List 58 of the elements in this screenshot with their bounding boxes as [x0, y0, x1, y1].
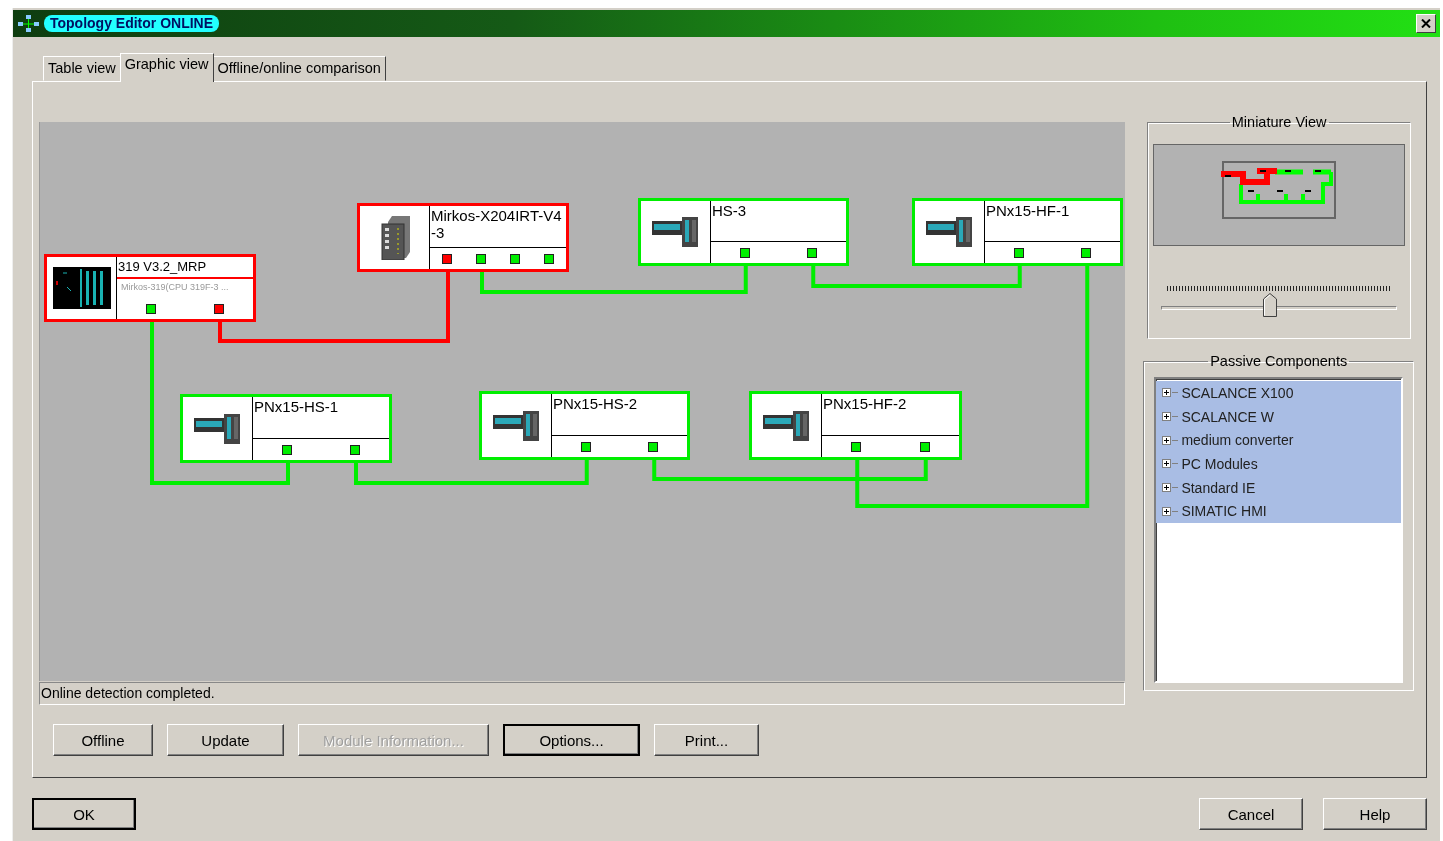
tree-item[interactable]: SCALANCE X100: [1156, 381, 1401, 405]
device-name: PNx15-HS-2: [552, 394, 639, 414]
tree-item[interactable]: SIMATIC HMI: [1156, 499, 1401, 524]
tab[interactable]: Offline/online comparison: [212, 56, 386, 81]
expand-icon[interactable]: [1162, 483, 1172, 493]
tree-item[interactable]: SCALANCE W: [1156, 404, 1401, 429]
help-button[interactable]: Help: [1323, 798, 1427, 830]
device-name: PNx15-HF-2: [822, 394, 908, 414]
switch-device-icon: [379, 215, 410, 260]
cancel-button[interactable]: Cancel: [1199, 798, 1303, 830]
expand-icon[interactable]: [1162, 435, 1172, 445]
window-title: Topology Editor ONLINE: [44, 15, 220, 32]
tree-item-label: SCALANCE W: [1181, 408, 1274, 425]
slider-thumb[interactable]: [1262, 293, 1277, 317]
device-node[interactable]: Mirkos-X204IRT-V4-3: [357, 203, 569, 272]
group-title: Passive Components: [1209, 353, 1349, 369]
network-icon: [18, 14, 40, 33]
device-name: PNx15-HS-1: [253, 397, 340, 417]
tree-item-label: SCALANCE X100: [1181, 384, 1294, 401]
tab[interactable]: Graphic view: [119, 53, 214, 82]
device-node[interactable]: 319 V3.2_MRP Mirkos-319(CPU 319F-3 ...: [44, 254, 256, 322]
io-station-icon: [651, 217, 700, 247]
device-node[interactable]: PNx15-HS-1: [180, 394, 392, 463]
device-node[interactable]: PNx15-HF-2: [749, 391, 962, 460]
tree-item[interactable]: Standard IE: [1156, 475, 1401, 500]
device-type: Mirkos-319(CPU 319F-3 ...: [120, 281, 230, 294]
close-button[interactable]: [1416, 14, 1436, 33]
close-icon: [1421, 19, 1431, 28]
action-button[interactable]: Offline: [53, 724, 153, 756]
expand-icon[interactable]: [1162, 459, 1172, 469]
device-name: HS-3: [711, 201, 748, 221]
tree-item-label: Standard IE: [1181, 479, 1256, 496]
device-name: PNx15-HF-1: [985, 201, 1071, 221]
tree-item[interactable]: medium converter: [1156, 428, 1401, 453]
action-button[interactable]: Update: [167, 724, 284, 756]
group-title: Miniature View: [1230, 114, 1328, 130]
ok-button[interactable]: OK: [32, 798, 136, 830]
device-node[interactable]: PNx15-HF-1: [912, 198, 1123, 266]
status-message: Online detection completed.: [39, 682, 1126, 705]
expand-icon[interactable]: [1162, 388, 1172, 398]
device-name: Mirkos-X204IRT-V4-3: [430, 206, 563, 243]
device-node[interactable]: PNx15-HS-2: [479, 391, 690, 460]
tree-item[interactable]: PC Modules: [1156, 452, 1401, 476]
expand-icon[interactable]: [1162, 506, 1172, 516]
device-node[interactable]: HS-3: [638, 198, 849, 266]
io-station-icon: [925, 217, 974, 247]
expand-icon[interactable]: [1162, 412, 1172, 422]
device-name: 319 V3.2_MRP: [117, 257, 253, 279]
action-button[interactable]: Print...: [654, 724, 759, 756]
zoom-slider[interactable]: [1161, 286, 1398, 320]
tree-item-label: PC Modules: [1181, 455, 1258, 472]
tree-item-label: medium converter: [1181, 432, 1294, 449]
action-button[interactable]: Options...: [503, 724, 640, 756]
io-station-icon: [193, 413, 242, 444]
cpu-rack-icon: [52, 267, 111, 309]
io-station-icon: [492, 410, 541, 441]
io-station-icon: [762, 410, 811, 441]
tree-item-label: SIMATIC HMI: [1181, 503, 1267, 520]
